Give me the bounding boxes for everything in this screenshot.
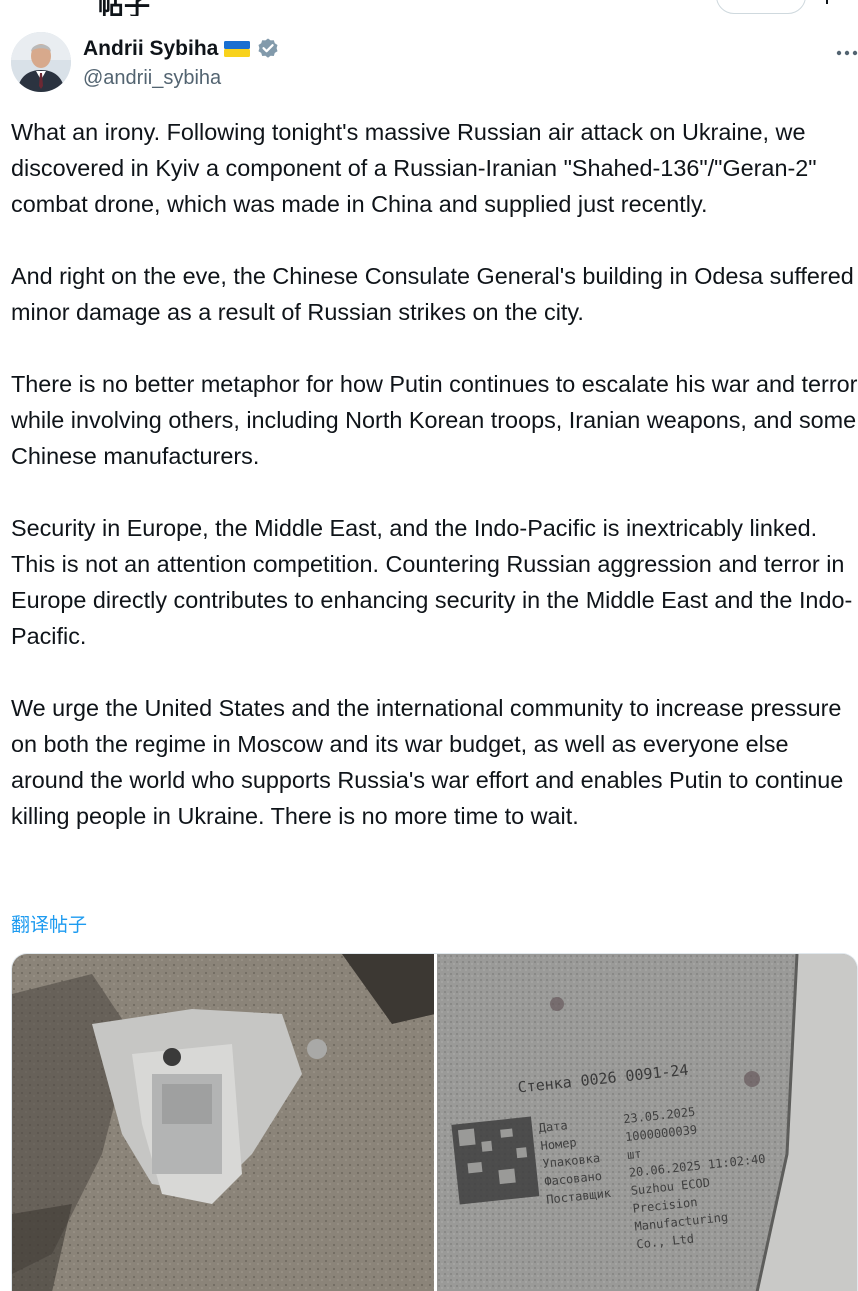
drone-part-photo[interactable] bbox=[12, 954, 434, 1291]
cut-button-fragment bbox=[716, 0, 806, 14]
tweet-paragraph-5: We urge the United States and the intern… bbox=[11, 695, 850, 829]
cut-title-fragment: 帖子 bbox=[98, 0, 151, 16]
ukraine-flag-icon bbox=[224, 40, 251, 58]
author-name-row: Andrii Sybiha bbox=[83, 36, 280, 62]
avatar-image bbox=[11, 32, 71, 92]
label-value-package: шт bbox=[626, 1147, 642, 1162]
author-handle[interactable]: @andrii_sybiha bbox=[83, 67, 221, 90]
author-name[interactable]: Andrii Sybiha bbox=[83, 37, 218, 61]
tweet-header: Andrii Sybiha @andrii_sybiha bbox=[11, 32, 858, 96]
tweet-paragraph-2: And right on the eve, the Chinese Consul… bbox=[11, 263, 854, 325]
cut-icon-fragment bbox=[826, 0, 828, 4]
tweet-body: What an irony. Following tonight's massi… bbox=[11, 114, 858, 834]
tweet-paragraph-4: Security in Europe, the Middle East, and… bbox=[11, 515, 853, 649]
avatar[interactable] bbox=[11, 32, 71, 92]
label-closeup-photo[interactable]: Стенка 0026 0091-24 Дата Номер Упаковка … bbox=[437, 954, 857, 1291]
media-grid: Стенка 0026 0091-24 Дата Номер Упаковка … bbox=[11, 953, 858, 1291]
tweet-paragraph-3: There is no better metaphor for how Puti… bbox=[11, 371, 858, 469]
tweet-paragraph-1: What an irony. Following tonight's massi… bbox=[11, 119, 824, 217]
translate-post-link[interactable]: 翻译帖子 bbox=[11, 910, 87, 937]
more-options-icon[interactable] bbox=[835, 44, 858, 56]
previous-header-fragment: 帖子 bbox=[0, 0, 858, 16]
verified-badge-icon[interactable] bbox=[256, 37, 280, 61]
